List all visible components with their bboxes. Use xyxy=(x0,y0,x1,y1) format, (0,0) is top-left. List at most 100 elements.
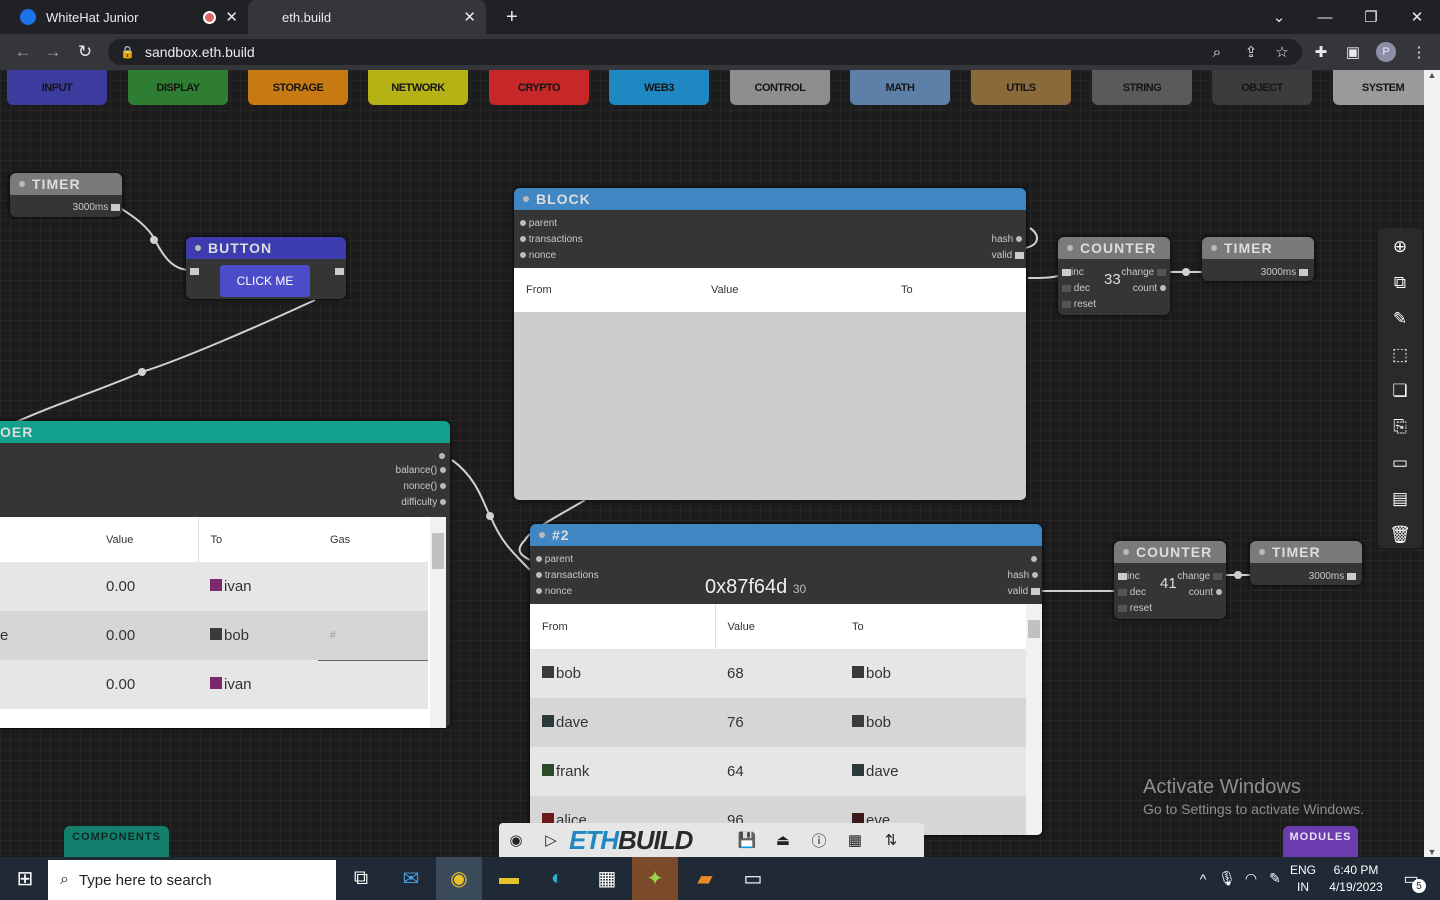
category-control[interactable]: CONTROL xyxy=(730,70,830,105)
tab-ethbuild[interactable]: eth.build ✕ xyxy=(248,0,486,34)
table-row: dave 76 bob xyxy=(530,698,1026,747)
timer-node[interactable]: TIMER 3000ms xyxy=(1202,237,1314,281)
terminal-icon[interactable]: ▭ xyxy=(730,857,776,900)
counter-node[interactable]: COUNTER inc dec reset 41 change count xyxy=(1114,541,1226,619)
play-icon[interactable]: ▷ xyxy=(533,831,569,849)
column-header: To xyxy=(210,533,223,546)
counter-node[interactable]: COUNTER inc dec reset 33 change count xyxy=(1058,237,1170,315)
new-tab-button[interactable]: + xyxy=(494,0,530,34)
back-icon[interactable]: ← xyxy=(8,34,38,70)
block-hash: 0x87f64d 30 xyxy=(705,576,807,598)
clock[interactable]: 6:40 PM 4/19/2023 xyxy=(1326,862,1386,896)
notifications-icon[interactable]: ▭ 5 xyxy=(1388,857,1434,900)
profile-avatar[interactable]: P xyxy=(1371,34,1401,70)
table-row: bob 68 bob xyxy=(530,649,1026,698)
language-indicator[interactable]: ENG IN xyxy=(1290,862,1316,896)
column-header: Value xyxy=(711,284,739,296)
category-input[interactable]: INPUT xyxy=(7,70,107,105)
gas-input[interactable]: # xyxy=(318,611,428,661)
column-header: To xyxy=(901,284,913,296)
group-icon[interactable]: ▤ xyxy=(1378,480,1422,518)
category-math[interactable]: MATH xyxy=(850,70,950,105)
modules-tab[interactable]: MODULES xyxy=(1283,826,1358,857)
frame-icon[interactable]: ⧉ xyxy=(1378,264,1422,302)
app-icon[interactable]: ✦ xyxy=(632,857,678,900)
category-object[interactable]: OBJECT xyxy=(1212,70,1312,105)
node-title: COUNTER xyxy=(1114,541,1226,563)
address-bar[interactable]: 🔒 sandbox.eth.build xyxy=(108,39,1302,65)
close-tab-icon[interactable]: ✕ xyxy=(225,8,238,26)
category-utils[interactable]: UTILS xyxy=(971,70,1071,105)
info-icon[interactable]: ⓘ xyxy=(801,830,837,851)
category-system[interactable]: SYSTEM xyxy=(1333,70,1424,105)
zoom-icon[interactable]: ⌕ xyxy=(1202,34,1232,70)
chrome-icon[interactable]: ◉ xyxy=(436,857,482,900)
wire-joint xyxy=(1234,571,1242,579)
close-tab-icon[interactable]: ✕ xyxy=(463,8,476,26)
copy-icon[interactable]: ❏ xyxy=(1378,372,1422,410)
node-title: BUTTON xyxy=(186,237,346,259)
block-node[interactable]: BLOCK parent transactions nonce hash val… xyxy=(514,188,1026,500)
column-header: Gas xyxy=(330,533,351,546)
restore-icon[interactable]: ❐ xyxy=(1348,0,1394,34)
extensions-icon[interactable]: ✚ xyxy=(1306,34,1336,70)
bookmark-star-icon[interactable]: ☆ xyxy=(1267,34,1297,70)
task-view-icon[interactable]: ⧉ xyxy=(338,857,384,900)
tab-search-icon[interactable]: ⌄ xyxy=(1256,0,1302,34)
eye-icon[interactable]: ◉ xyxy=(499,831,533,849)
page-scrollbar[interactable]: ▲ ▼ xyxy=(1424,70,1440,857)
comment-icon[interactable]: ▭ xyxy=(1378,444,1422,482)
ledger-scrollbar[interactable] xyxy=(430,517,446,728)
share-icon[interactable]: ⇪ xyxy=(1236,34,1266,70)
table-row: 0.00 ivan xyxy=(0,660,428,709)
add-icon[interactable]: ⊕ xyxy=(1378,228,1422,266)
timer-node[interactable]: TIMER 3000ms xyxy=(1250,541,1362,585)
graph-canvas[interactable]: INPUT DISPLAY STORAGE NETWORK CRYPTO WEB… xyxy=(0,70,1424,857)
ledger-table: Value To Gas 0.00 ivan e 0.00 bob # 0.00 … xyxy=(0,517,446,728)
click-me-button[interactable]: CLICK ME xyxy=(220,265,310,297)
category-web3[interactable]: WEB3 xyxy=(609,70,709,105)
pencil-icon[interactable]: ✎ xyxy=(1378,300,1422,338)
mail-icon[interactable]: ✉ xyxy=(388,857,434,900)
side-panel-icon[interactable]: ▣ xyxy=(1338,34,1368,70)
minimize-icon[interactable]: — xyxy=(1302,0,1348,34)
file-explorer-icon[interactable]: ▬ xyxy=(486,857,532,900)
ledger-node[interactable]: OER balance() nonce() difficulty Value T… xyxy=(0,421,450,728)
button-node[interactable]: BUTTON CLICK ME xyxy=(186,237,346,299)
reload-icon[interactable]: ↻ xyxy=(70,34,100,70)
search-input[interactable]: ⌕ Type here to search xyxy=(48,860,336,900)
wire-joint xyxy=(486,512,494,520)
paste-icon[interactable]: ⎘ xyxy=(1378,408,1422,446)
category-network[interactable]: NETWORK xyxy=(368,70,468,105)
forward-icon[interactable]: → xyxy=(38,34,68,70)
trash-icon[interactable]: 🗑 xyxy=(1378,516,1422,554)
store-icon[interactable]: ▦ xyxy=(584,857,630,900)
qr-icon[interactable]: ▦ xyxy=(837,831,873,849)
block-node[interactable]: #2 parent transactions nonce 0x87f64d 30… xyxy=(530,524,1042,835)
sublime-icon[interactable]: ▰ xyxy=(682,857,728,900)
category-display[interactable]: DISPLAY xyxy=(128,70,228,105)
close-window-icon[interactable]: ✕ xyxy=(1394,0,1440,34)
search-icon: ⌕ xyxy=(60,871,69,888)
wire-joint xyxy=(138,368,146,376)
components-tab[interactable]: COMPONENTS xyxy=(64,826,169,857)
category-storage[interactable]: STORAGE xyxy=(248,70,348,105)
wire xyxy=(9,299,316,426)
table-scrollbar[interactable] xyxy=(1026,604,1042,835)
wire xyxy=(1027,275,1059,279)
table-row: e 0.00 bob # xyxy=(0,611,428,661)
tab-whitehat[interactable]: WhiteHat Junior ✕ xyxy=(8,0,248,34)
tab-title: eth.build xyxy=(282,9,332,25)
menu-icon[interactable]: ⋮ xyxy=(1404,34,1434,70)
category-crypto[interactable]: CRYPTO xyxy=(489,70,589,105)
select-icon[interactable]: ⬚ xyxy=(1378,336,1422,374)
edge-icon[interactable]: ◐ xyxy=(534,857,580,900)
action-toolbar: ⊕ ⧉ ✎ ⬚ ❏ ⎘ ▭ ▤ 🗑 xyxy=(1378,228,1422,548)
swap-icon[interactable]: ⇅ xyxy=(873,831,909,849)
timer-node[interactable]: TIMER 3000ms xyxy=(10,173,122,217)
node-title: TIMER xyxy=(1250,541,1362,563)
load-icon[interactable]: ⏏ xyxy=(765,831,801,849)
windows-start-icon[interactable]: ⊞ xyxy=(2,857,48,900)
category-string[interactable]: STRING xyxy=(1092,70,1192,105)
save-icon[interactable]: 💾 xyxy=(729,831,765,849)
